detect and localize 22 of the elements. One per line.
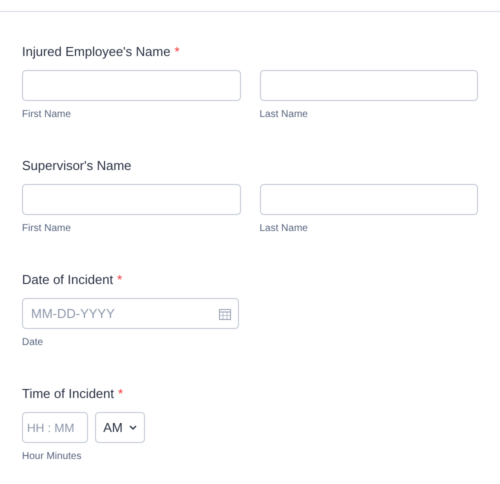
input-field[interactable]: HH : MM bbox=[22, 412, 88, 443]
input-field[interactable] bbox=[22, 184, 240, 215]
field-sublabel: Last Name bbox=[260, 222, 309, 236]
calendar-icon[interactable] bbox=[219, 308, 231, 320]
field-label: Injured Employee's Name bbox=[22, 43, 170, 61]
required-asterisk: * bbox=[118, 385, 124, 403]
input-field[interactable]: MM-DD-YYYY bbox=[22, 298, 239, 329]
field-sublabel: Last Name bbox=[260, 108, 309, 122]
input-field[interactable] bbox=[260, 70, 478, 101]
ampm-select[interactable]: AM bbox=[95, 412, 145, 443]
field-label: Supervisor's Name bbox=[22, 157, 132, 175]
field-label: Date of Incident bbox=[22, 271, 114, 289]
field-sublabel: Hour Minutes bbox=[22, 450, 82, 464]
field-label: Time of Incident bbox=[22, 385, 114, 403]
field-sublabel: First Name bbox=[22, 108, 72, 122]
input-field[interactable] bbox=[22, 70, 240, 101]
field-sublabel: First Name bbox=[22, 222, 72, 236]
required-asterisk: * bbox=[174, 43, 180, 61]
input-field[interactable] bbox=[260, 184, 478, 215]
required-asterisk: * bbox=[117, 271, 122, 289]
caret-icon bbox=[128, 425, 137, 430]
field-sublabel: Date bbox=[22, 336, 44, 350]
